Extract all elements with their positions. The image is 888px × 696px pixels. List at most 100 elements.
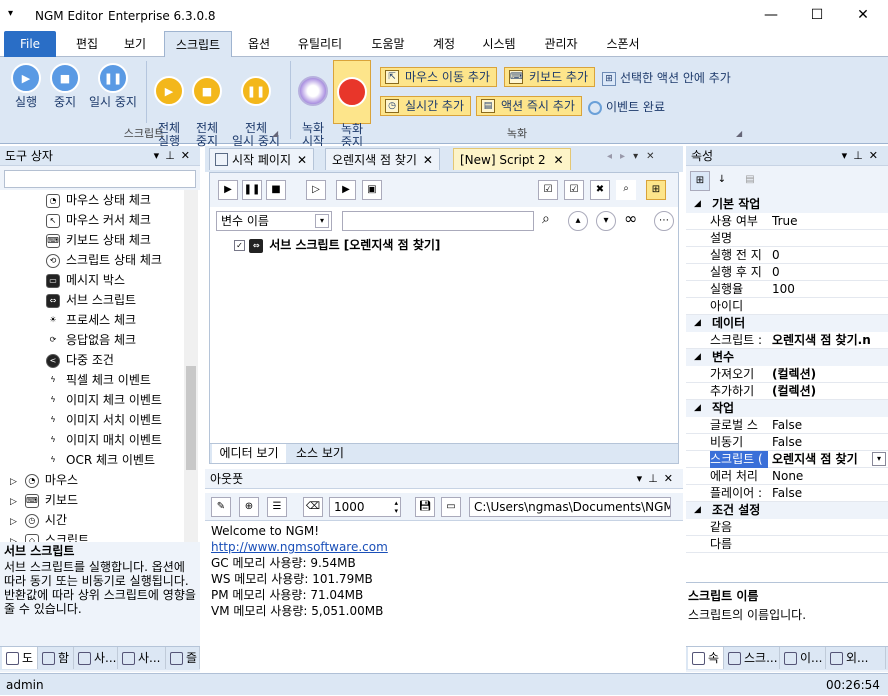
right-arrow-icon[interactable]: ▸ xyxy=(620,151,633,162)
property-row[interactable]: 다름 xyxy=(686,536,888,553)
more-icon[interactable]: ⋯ xyxy=(654,211,674,231)
property-value[interactable]: (컬렉션) xyxy=(772,366,886,383)
collapse-icon[interactable]: ◢ xyxy=(694,400,701,417)
tab-source-view[interactable]: 소스 보기 xyxy=(290,444,350,463)
minimize-button[interactable]: — xyxy=(748,0,794,31)
close-icon[interactable]: ✕ xyxy=(646,151,662,162)
list-item[interactable]: < 다중 조건 xyxy=(46,350,114,370)
variable-select[interactable]: 변수 이름 ▾ xyxy=(216,211,332,231)
property-row[interactable]: 비동기 False xyxy=(686,434,888,451)
close-button[interactable]: ✕ xyxy=(840,0,886,31)
tab-images[interactable]: 이... xyxy=(780,647,826,669)
tab-user-functions[interactable]: 사... xyxy=(118,647,166,669)
list-item[interactable]: ⌨ 키보드 상태 체크 xyxy=(46,230,151,250)
property-row[interactable]: 실행 전 지 0 xyxy=(686,247,888,264)
new-log-icon[interactable]: ⊕ xyxy=(239,497,259,517)
tab-scripts[interactable]: 스크... xyxy=(724,647,780,669)
property-row[interactable]: 글로벌 스 False xyxy=(686,417,888,434)
step-play-icon[interactable]: ▷ xyxy=(306,180,326,200)
tab-start-page[interactable]: 시작 페이지 ✕ xyxy=(209,148,315,171)
step-over-icon[interactable]: ▣ xyxy=(362,180,382,200)
checkbox[interactable]: ✓ xyxy=(234,240,245,251)
toolbox-search-input[interactable] xyxy=(4,170,196,188)
property-category[interactable]: ◢ 데이터 xyxy=(686,315,888,332)
system-menu-icon[interactable]: ▾ xyxy=(8,8,13,19)
toolbox-scrollbar[interactable] xyxy=(184,190,198,542)
collapse-icon[interactable]: ◢ xyxy=(694,315,701,332)
play-icon[interactable]: ▶ xyxy=(218,180,238,200)
chevron-down-icon[interactable]: ▾ xyxy=(872,452,886,466)
record-stop-button[interactable]: 녹화 중지 xyxy=(333,60,371,149)
list-item[interactable]: ☀ 프로세스 체크 xyxy=(46,310,136,330)
panel-controls[interactable]: ▾⊥✕ xyxy=(842,146,884,166)
list-item[interactable]: ▭ 메시지 박스 xyxy=(46,270,125,290)
delete-icon[interactable]: ✖ xyxy=(590,180,610,200)
property-row[interactable]: 가져오기 (컬렉션) xyxy=(686,366,888,383)
property-row[interactable]: 실행 후 지 0 xyxy=(686,264,888,281)
property-row[interactable]: 에러 처리 None xyxy=(686,468,888,485)
list-item[interactable]: ↖ 마우스 커서 체크 xyxy=(46,210,151,230)
tab-admin[interactable]: 관리자 xyxy=(534,31,588,57)
property-row[interactable]: 실행율 100 xyxy=(686,281,888,298)
pause-button[interactable]: ❚❚ 일시 중지 xyxy=(84,63,142,109)
close-tab-icon[interactable]: ✕ xyxy=(297,149,307,171)
close-tab-icon[interactable]: ✕ xyxy=(423,149,433,171)
tab-scroll-controls[interactable]: ◂▸▾✕ xyxy=(607,151,662,162)
property-value[interactable]: 오렌지색 점 찾기.n xyxy=(772,332,886,349)
down-arrow-icon[interactable]: ▾ xyxy=(596,211,616,231)
tree-group[interactable]: ▷ ⌨ 키보드 xyxy=(10,490,78,510)
check-all-icon[interactable]: ☑ xyxy=(538,180,558,200)
list-item[interactable]: ϟ 이미지 서치 이벤트 xyxy=(46,410,162,430)
tree-root[interactable]: ✓ ⇔ 서브 스크립트 [오렌지색 점 찾기] xyxy=(234,235,440,255)
list-item[interactable]: ⇔ 서브 스크립트 xyxy=(46,290,136,310)
event-complete-button[interactable]: 이벤트 완료 xyxy=(588,98,665,115)
pin-icon[interactable]: ⊥ xyxy=(853,149,869,162)
scrollbar-thumb[interactable] xyxy=(186,366,196,470)
property-value[interactable]: 0 xyxy=(772,264,886,281)
stop-icon[interactable]: ■ xyxy=(266,180,286,200)
dropdown-icon[interactable]: ▾ xyxy=(154,149,166,162)
folder-icon[interactable]: ▭ xyxy=(441,497,461,517)
property-row[interactable]: 같음 xyxy=(686,519,888,536)
tab-sponsor[interactable]: 스폰서 xyxy=(596,31,650,57)
property-category[interactable]: ◢ 작업 xyxy=(686,400,888,417)
property-category[interactable]: ◢ 기본 작업 xyxy=(686,196,888,213)
property-value[interactable]: True xyxy=(772,213,886,230)
property-pages-icon[interactable]: ▤ xyxy=(740,171,760,191)
tab-file[interactable]: File xyxy=(4,31,56,57)
tree-view-icon[interactable]: ⊞ xyxy=(646,180,666,200)
add-in-selected-button[interactable]: ⊞ 선택한 액션 안에 추가 xyxy=(602,69,731,86)
panel-controls[interactable]: ▾⊥✕ xyxy=(154,146,196,166)
tab-account[interactable]: 계정 xyxy=(422,31,466,57)
close-icon[interactable]: ✕ xyxy=(869,149,884,162)
property-value[interactable]: 0 xyxy=(772,247,886,264)
property-value[interactable]: (컬렉션) xyxy=(772,383,886,400)
tree-group[interactable]: ▷ ◇ 스크립트 xyxy=(10,530,89,542)
dropdown-icon[interactable]: ▾ xyxy=(633,151,646,162)
property-row[interactable]: 스크립트 (오렌지색 점 찾기 ▾ xyxy=(686,451,888,468)
tab-user[interactable]: 사... xyxy=(74,647,118,669)
eraser-icon[interactable]: ⌫ xyxy=(303,497,323,517)
line-count-input[interactable]: 1000 ▴ ▾ xyxy=(329,497,401,517)
infinity-icon[interactable]: ∞ xyxy=(624,209,637,228)
expand-icon[interactable]: ▷ xyxy=(10,517,17,527)
spinner-icon[interactable]: ▴ ▾ xyxy=(394,499,398,515)
tab-editor-view[interactable]: 에디터 보기 xyxy=(212,444,286,463)
add-keyboard-button[interactable]: ⌨ 키보드 추가 xyxy=(504,67,596,87)
list-item[interactable]: ⟳ 응답없음 체크 xyxy=(46,330,136,350)
close-icon[interactable]: ✕ xyxy=(664,472,679,485)
list-item[interactable]: ◔ 마우스 상태 체크 xyxy=(46,190,151,210)
list-item[interactable]: ⟲ 스크립트 상태 체크 xyxy=(46,250,162,270)
script-group-launcher-icon[interactable]: ◢ xyxy=(272,129,278,138)
panel-controls[interactable]: ▾⊥✕ xyxy=(637,469,679,489)
categorized-icon[interactable]: ⊞ xyxy=(690,171,710,191)
step-into-icon[interactable]: ▶ xyxy=(336,180,356,200)
property-row[interactable]: 아이디 xyxy=(686,298,888,315)
tab-orange-dot[interactable]: 오렌지색 점 찾기 ✕ xyxy=(325,148,440,170)
tab-help[interactable]: 도움말 xyxy=(362,31,414,57)
dropdown-icon[interactable]: ▾ xyxy=(637,472,649,485)
tab-properties[interactable]: 속 xyxy=(688,647,724,669)
close-icon[interactable]: ✕ xyxy=(181,149,196,162)
pause-icon[interactable]: ❚❚ xyxy=(242,180,262,200)
search-icon[interactable]: ⌕ xyxy=(542,211,550,227)
